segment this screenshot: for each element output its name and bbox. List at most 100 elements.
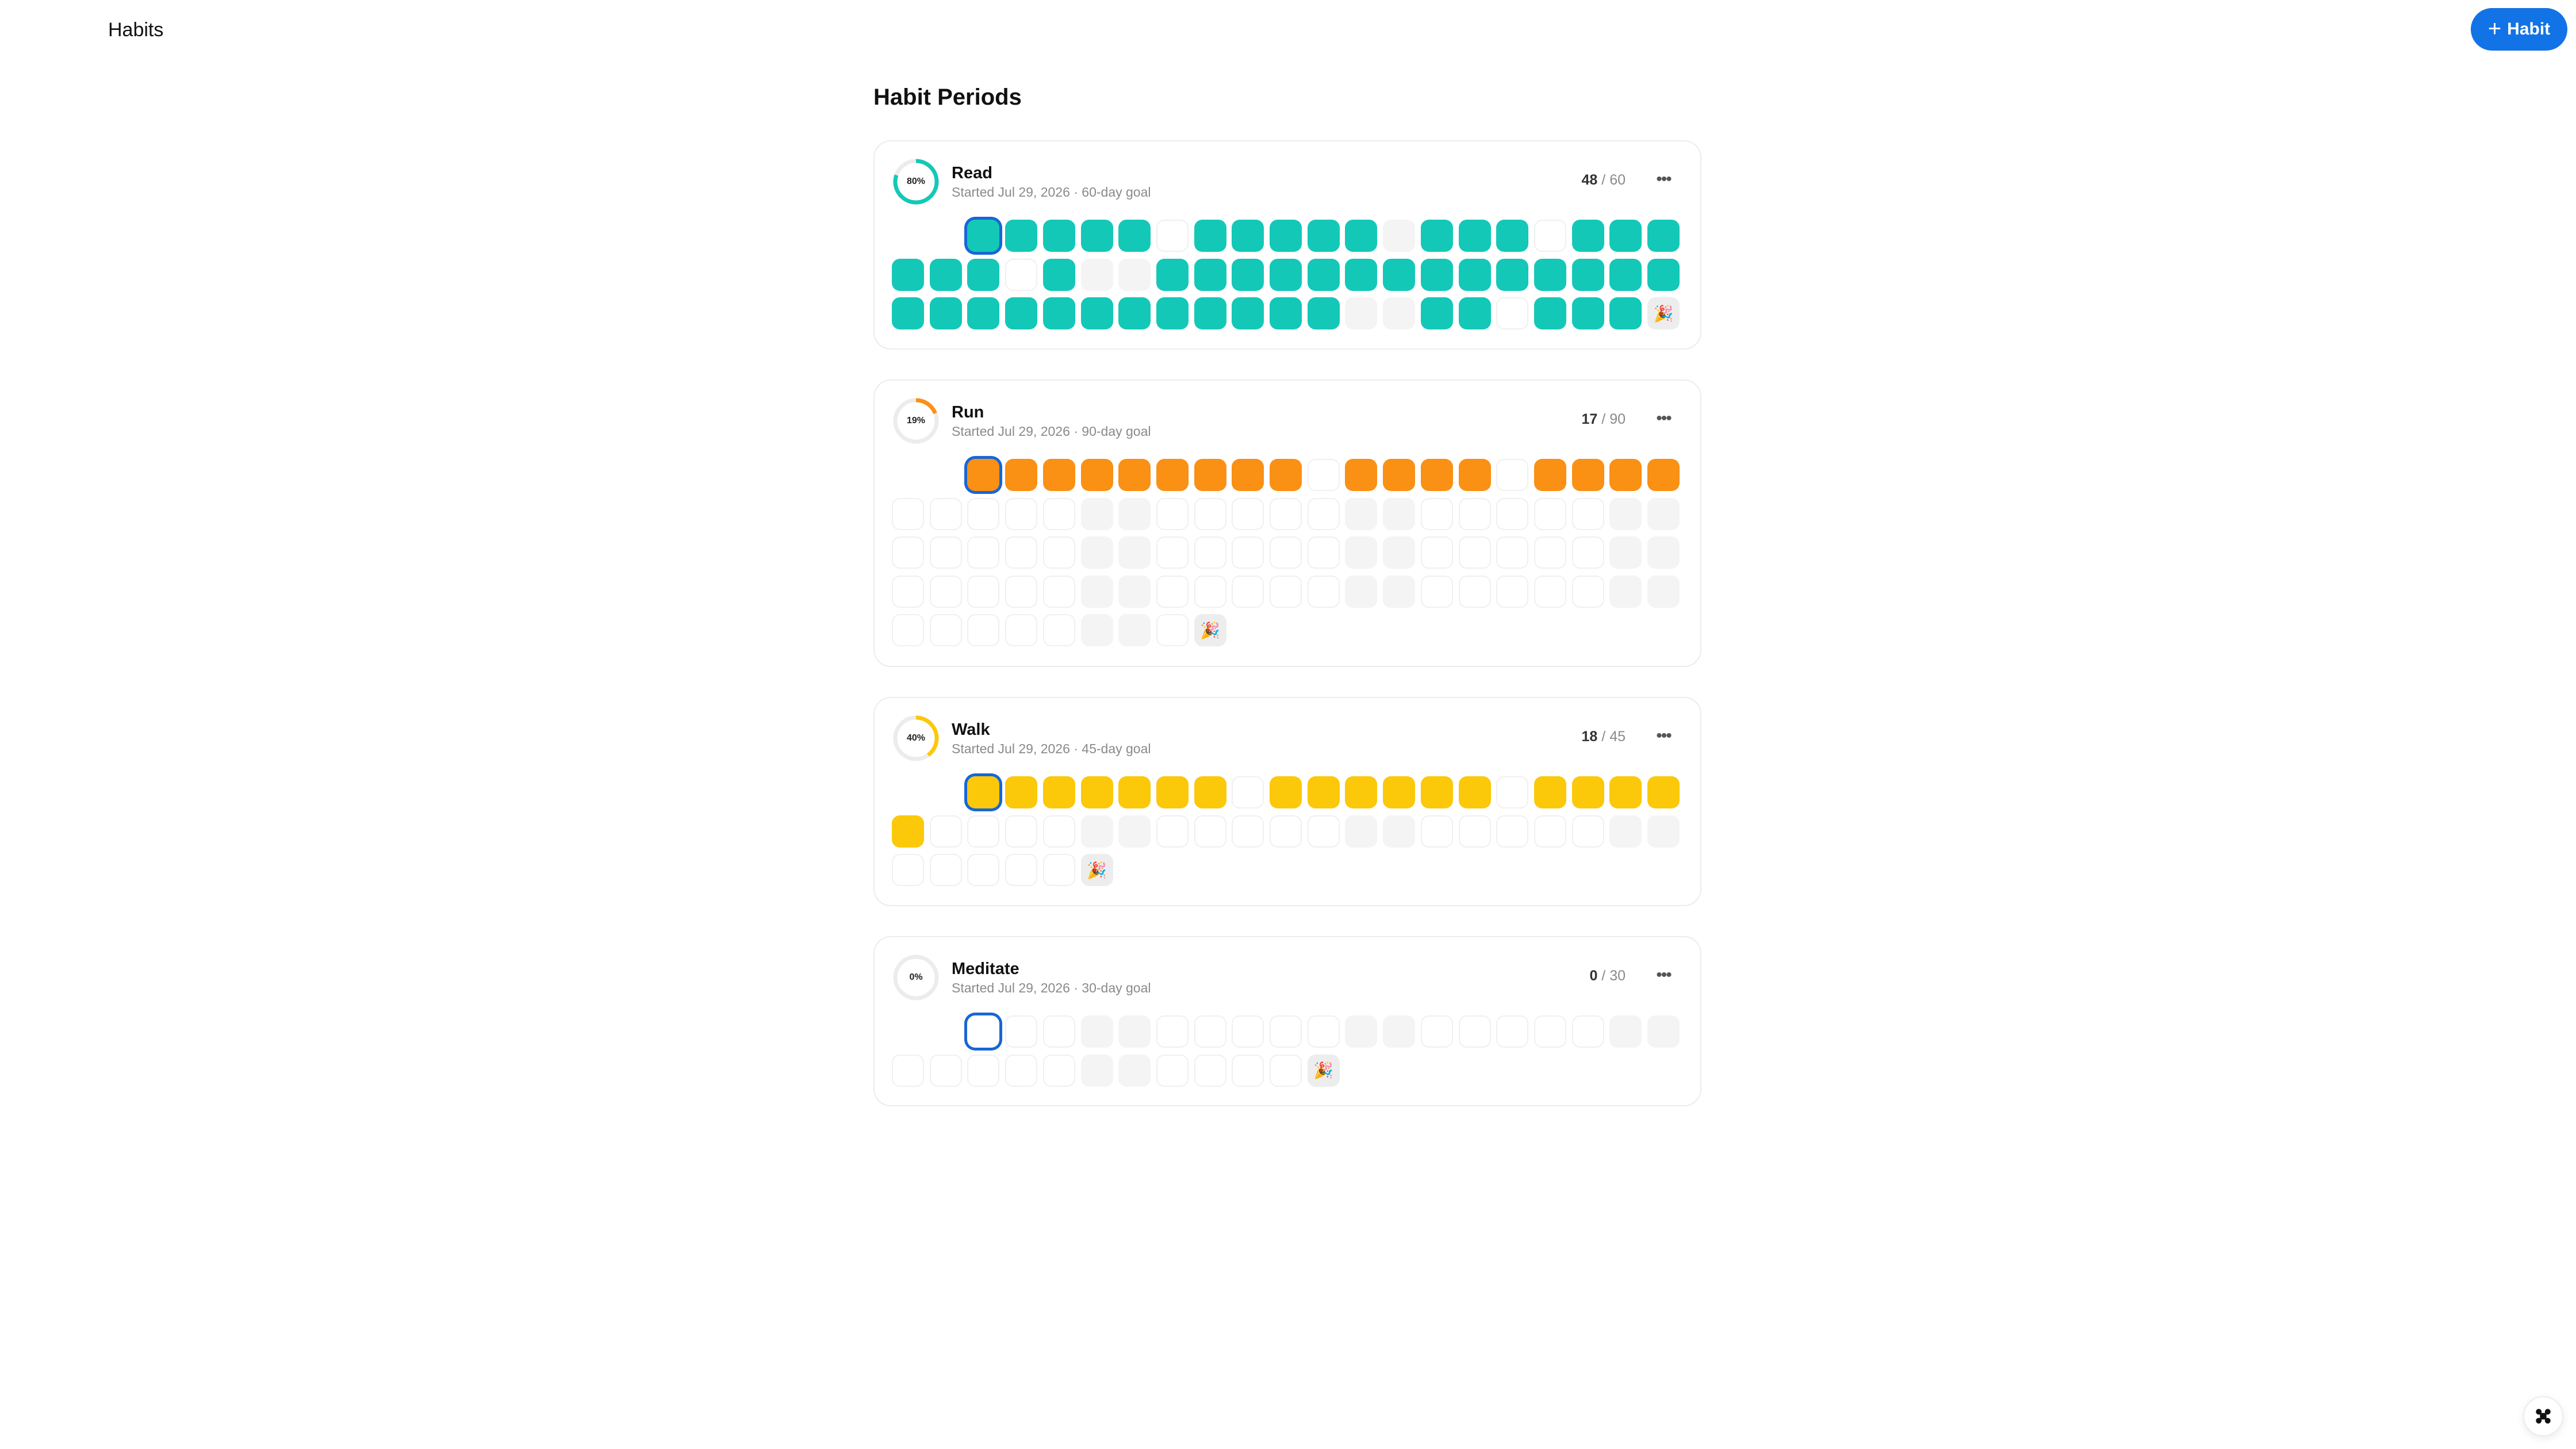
day-cell[interactable] <box>1647 575 1680 608</box>
day-cell[interactable] <box>1156 614 1189 646</box>
day-cell[interactable] <box>1496 536 1529 569</box>
day-cell[interactable] <box>892 575 924 608</box>
day-cell[interactable] <box>1458 815 1491 848</box>
day-cell-done[interactable] <box>1345 220 1378 252</box>
day-cell[interactable] <box>892 854 924 886</box>
day-cell[interactable] <box>1232 1054 1264 1087</box>
day-cell-done[interactable] <box>1156 297 1189 329</box>
day-cell-done[interactable] <box>1307 776 1340 808</box>
day-cell-done[interactable] <box>1042 258 1075 291</box>
day-cell-done[interactable] <box>1270 220 1302 252</box>
day-cell-done[interactable] <box>1194 776 1226 808</box>
day-cell[interactable] <box>1496 575 1529 608</box>
day-cell[interactable] <box>1534 497 1566 530</box>
day-cell-done[interactable] <box>1458 297 1491 329</box>
day-cell[interactable] <box>1232 536 1264 569</box>
day-cell-done[interactable] <box>1005 220 1038 252</box>
day-cell-done[interactable] <box>1156 459 1189 491</box>
day-cell-done[interactable] <box>1534 776 1566 808</box>
day-cell-done[interactable] <box>967 258 1000 291</box>
day-cell[interactable] <box>1042 497 1075 530</box>
day-cell-done[interactable] <box>1005 776 1038 808</box>
day-cell[interactable] <box>1307 536 1340 569</box>
day-cell[interactable] <box>892 1054 924 1087</box>
day-cell-done[interactable] <box>1458 258 1491 291</box>
day-cell-done[interactable] <box>1345 776 1378 808</box>
day-cell[interactable] <box>1383 497 1416 530</box>
day-cell-done[interactable] <box>1458 776 1491 808</box>
day-cell[interactable] <box>1118 614 1151 646</box>
day-cell[interactable] <box>1383 575 1416 608</box>
day-cell-done[interactable] <box>1534 258 1566 291</box>
day-cell[interactable] <box>1458 536 1491 569</box>
day-cell[interactable] <box>1232 815 1264 848</box>
day-cell[interactable] <box>1080 1015 1113 1048</box>
day-cell[interactable] <box>1420 497 1453 530</box>
day-cell-done[interactable] <box>1118 776 1151 808</box>
day-cell-done[interactable] <box>967 776 1000 808</box>
day-cell[interactable] <box>1420 575 1453 608</box>
day-cell[interactable] <box>929 536 962 569</box>
day-cell[interactable] <box>1345 1015 1378 1048</box>
day-cell-done[interactable] <box>1194 297 1226 329</box>
day-cell-done[interactable] <box>1270 297 1302 329</box>
day-cell-done[interactable] <box>1345 258 1378 291</box>
day-cell[interactable] <box>1080 497 1113 530</box>
day-cell-done[interactable] <box>1042 297 1075 329</box>
day-cell-done[interactable] <box>1270 258 1302 291</box>
day-cell-done[interactable] <box>1458 220 1491 252</box>
day-cell-done[interactable] <box>967 459 1000 491</box>
more-options-icon[interactable]: ••• <box>1652 964 1675 987</box>
day-cell-done[interactable] <box>1420 258 1453 291</box>
day-cell[interactable] <box>1270 1015 1302 1048</box>
day-cell[interactable] <box>1270 536 1302 569</box>
day-cell[interactable] <box>1005 815 1038 848</box>
day-cell-done[interactable] <box>1232 220 1264 252</box>
day-cell[interactable] <box>1080 258 1113 291</box>
day-cell[interactable] <box>1270 497 1302 530</box>
day-cell-done[interactable] <box>1156 258 1189 291</box>
day-cell[interactable] <box>1345 575 1378 608</box>
day-cell-done[interactable] <box>1042 220 1075 252</box>
day-cell-done[interactable] <box>929 258 962 291</box>
day-cell[interactable] <box>967 497 1000 530</box>
day-cell-done[interactable] <box>1232 258 1264 291</box>
day-cell-done[interactable] <box>1118 459 1151 491</box>
day-cell-done[interactable] <box>1571 776 1604 808</box>
day-cell-done[interactable] <box>1194 459 1226 491</box>
day-cell-done[interactable] <box>1609 220 1642 252</box>
day-cell[interactable] <box>1496 459 1529 491</box>
day-cell[interactable] <box>1270 1054 1302 1087</box>
day-cell[interactable] <box>1571 497 1604 530</box>
day-cell-done[interactable] <box>1080 220 1113 252</box>
day-cell-done[interactable] <box>1042 459 1075 491</box>
day-cell-done[interactable] <box>1307 297 1340 329</box>
day-cell[interactable] <box>1647 536 1680 569</box>
day-cell[interactable] <box>1194 497 1226 530</box>
day-cell[interactable] <box>1042 536 1075 569</box>
day-cell[interactable] <box>1232 776 1264 808</box>
day-cell[interactable] <box>1156 220 1189 252</box>
day-cell[interactable] <box>1609 815 1642 848</box>
day-cell-done[interactable] <box>1571 297 1604 329</box>
day-cell[interactable] <box>967 1015 1000 1048</box>
day-cell-done[interactable] <box>1042 776 1075 808</box>
day-cell[interactable] <box>1080 815 1113 848</box>
day-cell[interactable] <box>1609 1015 1642 1048</box>
day-cell[interactable] <box>1383 536 1416 569</box>
day-cell-done[interactable] <box>1383 459 1416 491</box>
day-cell[interactable] <box>1496 776 1529 808</box>
day-cell[interactable] <box>929 854 962 886</box>
day-cell[interactable] <box>1194 536 1226 569</box>
day-cell-done[interactable] <box>967 297 1000 329</box>
day-cell[interactable] <box>1496 815 1529 848</box>
day-cell[interactable] <box>1383 297 1416 329</box>
day-cell[interactable] <box>1383 815 1416 848</box>
day-cell[interactable] <box>1458 497 1491 530</box>
day-cell[interactable] <box>1345 536 1378 569</box>
day-cell[interactable] <box>1005 1054 1038 1087</box>
day-cell[interactable] <box>1571 815 1604 848</box>
day-cell[interactable] <box>1156 815 1189 848</box>
day-cell-done[interactable] <box>1647 220 1680 252</box>
more-options-icon[interactable]: ••• <box>1652 407 1675 430</box>
